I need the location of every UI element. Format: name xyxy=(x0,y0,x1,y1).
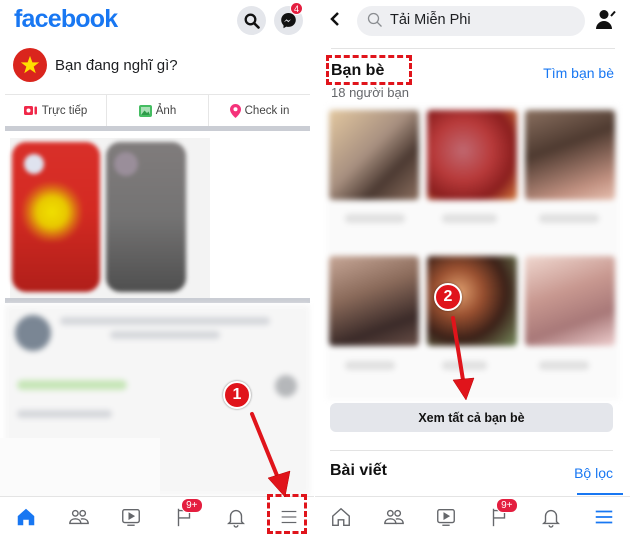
blurred-highlight xyxy=(17,380,127,390)
blurred-avatar xyxy=(15,315,51,351)
photo-label: Ảnh xyxy=(155,104,177,117)
blurred-text xyxy=(60,317,270,325)
facebook-logo[interactable]: facebook xyxy=(14,5,118,34)
photo-button[interactable]: Ảnh xyxy=(107,95,209,126)
search-input[interactable]: Tải Miễn Phi xyxy=(357,6,585,36)
friend-name[interactable] xyxy=(345,361,395,370)
blurred-phone-grey xyxy=(106,142,186,292)
tab-pages[interactable]: 9+ xyxy=(158,497,211,536)
notifications-badge: 9+ xyxy=(496,498,518,513)
step-2-badge: 2 xyxy=(434,283,462,311)
post-composer[interactable]: Bạn đang nghĩ gì? xyxy=(0,48,315,90)
check-in-button[interactable]: Check in xyxy=(209,95,310,126)
blurred-camera xyxy=(24,154,44,174)
notifications-badge: 9+ xyxy=(181,498,203,513)
tab-notifications[interactable] xyxy=(210,497,263,536)
bell-icon xyxy=(542,509,561,528)
step-1-badge: 1 xyxy=(223,381,251,409)
blurred-area xyxy=(0,438,160,496)
video-play-icon xyxy=(437,508,456,526)
blurred-text xyxy=(110,331,220,339)
blurred-post-image[interactable] xyxy=(10,138,210,298)
tab-menu[interactable] xyxy=(578,497,630,536)
divider xyxy=(330,450,613,451)
friends-grid xyxy=(327,106,619,400)
friends-count: 18 người bạn xyxy=(331,85,409,100)
left-screen-newsfeed: facebook 4 Bạn đang nghĩ gì? Trực tiếp Ả xyxy=(0,0,315,536)
composer-actions: Trực tiếp Ảnh Check in xyxy=(5,94,310,126)
friend-name[interactable] xyxy=(442,361,487,370)
messenger-button[interactable]: 4 xyxy=(274,2,304,35)
photo-icon xyxy=(138,104,152,117)
live-video-icon xyxy=(23,106,37,115)
user-avatar[interactable] xyxy=(13,48,47,82)
highlight-menu-tab xyxy=(267,494,307,534)
blurred-camera xyxy=(114,152,138,176)
hamburger-menu-icon xyxy=(595,510,612,523)
search-icon xyxy=(244,13,260,29)
friend-photo[interactable] xyxy=(329,110,419,200)
search-row: Tải Miễn Phi xyxy=(315,4,630,36)
friend-photo[interactable] xyxy=(427,110,517,200)
messenger-badge: 4 xyxy=(290,2,304,15)
bell-icon xyxy=(227,509,246,528)
top-header: facebook 4 xyxy=(0,0,315,44)
composer-placeholder[interactable]: Bạn đang nghĩ gì? xyxy=(55,57,178,74)
search-value: Tải Miễn Phi xyxy=(390,12,471,28)
tab-friends[interactable] xyxy=(368,497,421,536)
tab-watch[interactable] xyxy=(420,497,473,536)
tab-home[interactable] xyxy=(0,497,53,536)
star-icon xyxy=(20,55,40,74)
friends-icon xyxy=(68,509,89,524)
divider xyxy=(331,48,615,49)
live-video-label: Trực tiếp xyxy=(41,104,88,117)
friend-name[interactable] xyxy=(539,361,589,370)
blurred-text xyxy=(17,410,112,418)
video-play-icon xyxy=(122,508,141,526)
tab-home[interactable] xyxy=(315,497,368,536)
tab-friends[interactable] xyxy=(53,497,106,536)
search-button[interactable] xyxy=(237,6,266,35)
profile-settings-button[interactable] xyxy=(595,8,617,35)
highlight-friends-title xyxy=(326,55,412,85)
tab-notifications[interactable] xyxy=(525,497,578,536)
posts-filter-link[interactable]: Bộ lọc xyxy=(574,465,613,481)
bottom-tab-bar: 9+ xyxy=(315,496,630,536)
blurred-phone-red xyxy=(12,142,100,292)
search-icon xyxy=(367,12,382,27)
home-icon xyxy=(18,508,35,525)
posts-section-title: Bài viết xyxy=(330,462,387,479)
section-divider xyxy=(5,126,310,131)
friend-photo[interactable] xyxy=(329,256,419,346)
blurred-star xyxy=(22,182,82,242)
blurred-button xyxy=(275,375,297,397)
home-icon xyxy=(332,507,351,526)
check-in-label: Check in xyxy=(244,104,290,117)
user-edit-icon xyxy=(596,10,616,29)
friend-name[interactable] xyxy=(539,214,599,223)
friend-photo[interactable] xyxy=(525,110,615,200)
friends-icon xyxy=(383,509,404,524)
friend-name[interactable] xyxy=(345,214,405,223)
see-all-friends-button[interactable]: Xem tất cả bạn bè xyxy=(330,403,613,432)
back-button[interactable] xyxy=(329,10,341,33)
chevron-left-icon xyxy=(330,12,339,26)
tab-watch[interactable] xyxy=(105,497,158,536)
tutorial-stage: facebook 4 Bạn đang nghĩ gì? Trực tiếp Ả xyxy=(0,0,630,536)
live-video-button[interactable]: Trực tiếp xyxy=(5,95,107,126)
friend-photo[interactable] xyxy=(525,256,615,346)
location-pin-icon xyxy=(229,103,241,118)
section-divider xyxy=(5,298,310,303)
tab-pages[interactable]: 9+ xyxy=(473,497,526,536)
find-friends-link[interactable]: Tìm bạn bè xyxy=(543,65,614,81)
friend-name[interactable] xyxy=(442,214,497,223)
active-tab-indicator xyxy=(577,493,623,495)
